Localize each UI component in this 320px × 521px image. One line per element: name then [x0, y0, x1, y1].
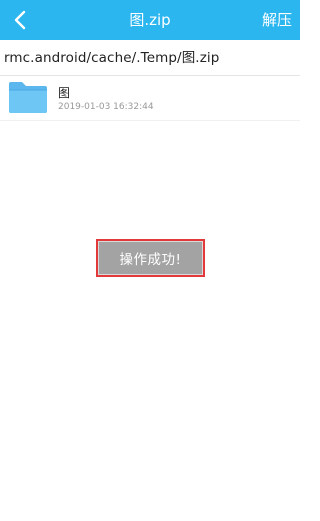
folder-icon [9, 82, 47, 113]
toast-text: 操作成功! [119, 252, 182, 268]
extract-button[interactable]: 解压 [262, 0, 292, 40]
current-path: rmc.android/cache/.Temp/图.zip [4, 50, 220, 66]
chevron-left-icon [14, 10, 26, 30]
file-date: 2019-01-03 16:32:44 [58, 102, 154, 112]
breadcrumb: rmc.android/cache/.Temp/图.zip [0, 40, 300, 76]
list-item[interactable]: 图 2019-01-03 16:32:44 [0, 77, 300, 121]
page-title: 图.zip [129, 11, 171, 29]
top-app-bar: 图.zip 解压 [0, 0, 300, 40]
file-name: 图 [58, 86, 71, 100]
app-screen: 图.zip 解压 rmc.android/cache/.Temp/图.zip 图… [0, 0, 300, 521]
toast-message: 操作成功! [96, 239, 205, 277]
back-button[interactable] [6, 6, 34, 34]
